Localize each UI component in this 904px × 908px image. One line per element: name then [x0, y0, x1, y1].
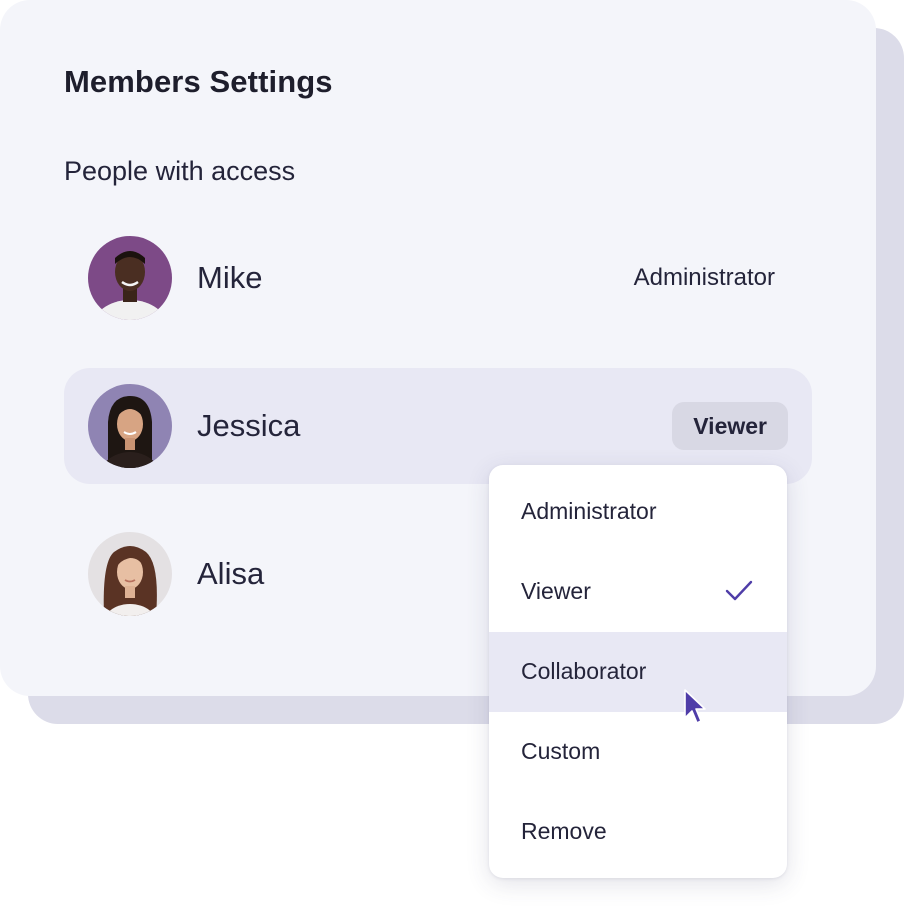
- person-avatar-icon: [88, 236, 172, 320]
- menu-item-label: Viewer: [521, 578, 591, 604]
- menu-item-label: Custom: [521, 738, 601, 764]
- page-title: Members Settings: [64, 64, 333, 99]
- avatar: [88, 384, 172, 468]
- members-settings-stage: Members Settings People with access Mike…: [0, 0, 904, 908]
- menu-item-administrator[interactable]: Administrator: [489, 472, 787, 552]
- menu-item-label: Administrator: [521, 498, 657, 524]
- member-row-mike[interactable]: Mike Administrator: [64, 220, 812, 336]
- role-dropdown-menu: Administrator Viewer Collaborator Custom…: [489, 465, 787, 878]
- menu-item-viewer[interactable]: Viewer: [489, 552, 787, 632]
- member-role[interactable]: Administrator: [634, 264, 775, 292]
- avatar: [88, 236, 172, 320]
- member-name: Mike: [197, 260, 263, 295]
- check-icon: [725, 580, 753, 601]
- mouse-cursor-icon: [684, 689, 706, 724]
- person-avatar-icon: [88, 384, 172, 468]
- member-name: Alisa: [197, 556, 265, 591]
- menu-item-custom[interactable]: Custom: [489, 712, 787, 792]
- menu-item-label: Collaborator: [521, 658, 647, 684]
- member-name: Jessica: [197, 408, 301, 443]
- role-dropdown-button[interactable]: Viewer: [672, 402, 788, 450]
- person-avatar-icon: [88, 532, 172, 616]
- menu-item-remove[interactable]: Remove: [489, 792, 787, 872]
- menu-item-collaborator[interactable]: Collaborator: [489, 632, 787, 712]
- avatar: [88, 532, 172, 616]
- menu-item-label: Remove: [521, 818, 607, 844]
- section-subtitle: People with access: [64, 156, 296, 186]
